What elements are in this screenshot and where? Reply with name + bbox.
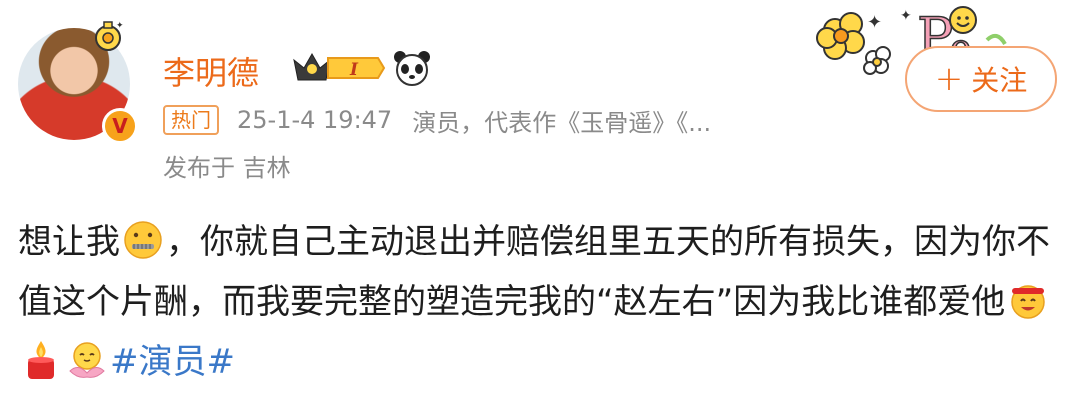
follow-button[interactable]: + 关注 — [905, 46, 1057, 112]
post-timestamp: 25-1-4 19:47 — [237, 106, 393, 134]
svg-text:✦: ✦ — [116, 21, 124, 31]
avatar-container[interactable]: ✦ V — [18, 21, 138, 144]
panda-icon — [394, 51, 430, 86]
post-meta: 热门 25-1-4 19:47 演员，代表作《玉骨遥》《... — [163, 104, 712, 137]
vip-crown-icon: I — [293, 52, 386, 81]
plus-icon: + — [934, 59, 964, 99]
author-description: 演员，代表作《玉骨遥》《... — [412, 108, 712, 137]
post-location: 发布于 吉林 — [163, 154, 291, 182]
lotus-emoji — [69, 342, 105, 378]
weibo-post-card: ✦ P e ✦ ✦ V 李明德 I 热门 25-1-4 1 — [0, 0, 1080, 414]
svg-text:✦: ✦ — [867, 12, 882, 33]
candle-emoji — [28, 341, 54, 379]
follow-label: 关注 — [971, 64, 1028, 97]
post-text-2: ，你就自己主动退出并赔偿组里五天的所有损失，因为你不值这个片酬，而我要完整的塑造… — [18, 222, 1050, 322]
avatar-frame-icon: ✦ — [95, 21, 124, 51]
hashtag-link[interactable]: #演员# — [110, 342, 235, 382]
post-body: 想让我 ，你就自己主动退出并赔偿组里五天的所有损失，因为你不值这个片酬，而我要完… — [18, 212, 1068, 392]
vip-level: I — [349, 60, 359, 80]
post-text-1: 想让我 — [18, 222, 120, 262]
hot-tag[interactable]: 热门 — [163, 105, 219, 135]
svg-text:✦: ✦ — [900, 8, 912, 24]
verified-icon: V — [102, 108, 138, 144]
author-name[interactable]: 李明德 — [163, 48, 259, 94]
zipper-mouth-emoji — [124, 221, 162, 259]
party-emoji — [1011, 285, 1045, 319]
